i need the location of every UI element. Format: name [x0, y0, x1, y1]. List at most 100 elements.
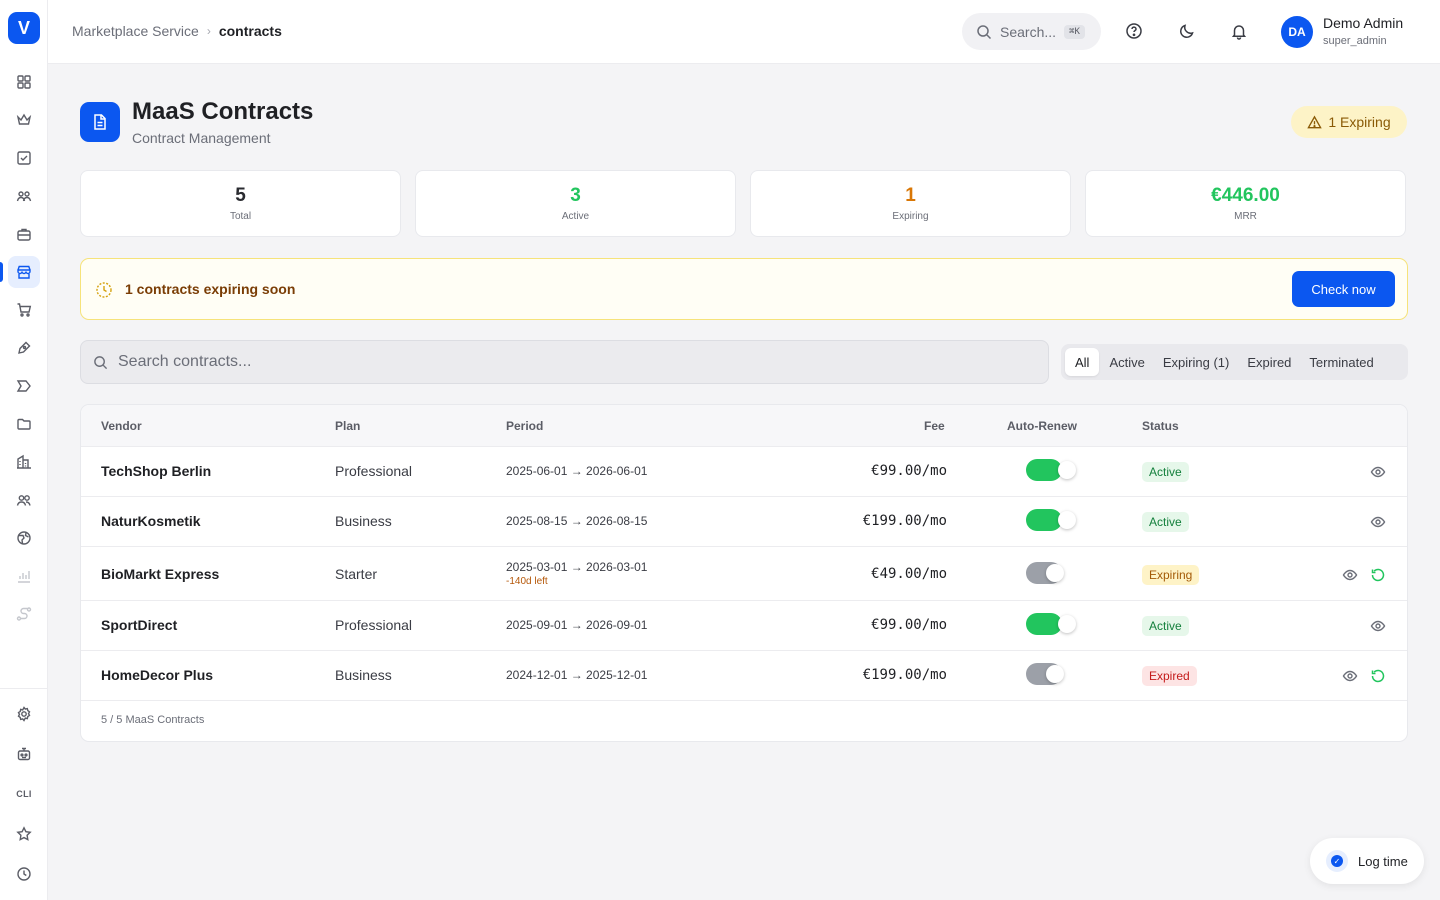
sidebar-item-organizations[interactable] — [8, 446, 40, 478]
contract-fee: €199.00/mo — [862, 513, 947, 529]
filter-tab-active[interactable]: Active — [1101, 348, 1152, 376]
eye-icon — [1370, 620, 1386, 632]
expiring-badge[interactable]: 1 Expiring — [1291, 106, 1407, 138]
column-header-vendor[interactable]: Vendor — [101, 419, 142, 433]
view-contract-button[interactable] — [1369, 513, 1387, 531]
stat-value: 3 — [570, 185, 581, 206]
help-button[interactable] — [1123, 20, 1145, 42]
theme-toggle-button[interactable] — [1176, 20, 1198, 42]
chevron-right-icon: › — [206, 24, 211, 38]
column-header-status[interactable]: Status — [1142, 419, 1179, 433]
contract-search-input[interactable] — [118, 353, 1018, 371]
contract-period-cell: 2025-03-01 → 2026-03-01 -140d left — [506, 560, 647, 587]
auto-renew-toggle[interactable] — [1026, 663, 1078, 685]
table-footer-count: 5 / 5 MaaS Contracts — [101, 714, 205, 726]
contract-fee: €99.00/mo — [871, 617, 947, 633]
sidebar-item-files[interactable] — [8, 408, 40, 440]
sidebar-item-orders[interactable] — [8, 294, 40, 326]
cart-icon — [17, 303, 32, 317]
sidebar-item-content[interactable] — [8, 332, 40, 364]
table-header: Vendor Plan Period Fee Auto-Renew Status — [81, 405, 1407, 447]
status-filter-tabs: All Active Expiring (1) Expired Terminat… — [1061, 344, 1408, 380]
sidebar-item-teams[interactable] — [8, 484, 40, 516]
log-time-button[interactable]: ✓ Log time — [1310, 838, 1424, 884]
auto-renew-toggle[interactable] — [1026, 509, 1078, 531]
sidebar-item-tasks[interactable] — [8, 142, 40, 174]
globe-icon — [17, 531, 31, 545]
sidebar-item-routes[interactable] — [8, 598, 40, 630]
active-nav-indicator — [0, 262, 3, 282]
filter-tab-expired[interactable]: Expired — [1239, 348, 1299, 376]
view-contract-button[interactable] — [1341, 667, 1359, 685]
sidebar-item-cli[interactable]: CLI — [8, 778, 40, 810]
sidebar-item-settings[interactable] — [8, 698, 40, 730]
page-subtitle: Contract Management — [132, 130, 271, 146]
column-header-period[interactable]: Period — [506, 419, 543, 433]
sidebar-item-web[interactable] — [8, 522, 40, 554]
user-name[interactable]: Demo Admin — [1323, 15, 1403, 31]
settings-icon — [17, 706, 31, 722]
check-now-button[interactable]: Check now — [1292, 271, 1395, 307]
auto-renew-toggle[interactable] — [1026, 562, 1078, 584]
sidebar-divider — [0, 688, 48, 689]
stat-value: 5 — [235, 185, 246, 206]
status-badge: Expired — [1142, 666, 1197, 686]
clock-icon — [17, 867, 31, 881]
view-contract-button[interactable] — [1369, 617, 1387, 635]
app-logo[interactable]: V — [8, 12, 40, 44]
user-avatar[interactable]: DA — [1281, 16, 1313, 48]
sidebar-item-favorites[interactable] — [8, 818, 40, 850]
status-badge: Active — [1142, 616, 1189, 636]
breadcrumb-parent[interactable]: Marketplace Service — [72, 23, 199, 39]
table-row[interactable]: SportDirect Professional 2025-09-01 → 20… — [81, 601, 1407, 651]
eye-icon — [1370, 516, 1386, 528]
users-icon — [16, 191, 32, 202]
column-header-plan[interactable]: Plan — [335, 419, 360, 433]
eye-icon — [1342, 670, 1358, 682]
sidebar-item-products[interactable] — [8, 218, 40, 250]
sidebar-item-marketplace[interactable] — [8, 256, 40, 288]
filter-tab-all[interactable]: All — [1065, 348, 1100, 376]
filter-tab-terminated[interactable]: Terminated — [1301, 348, 1381, 376]
pen-icon — [18, 341, 31, 354]
moon-icon — [1180, 24, 1194, 38]
stat-card-total: 5 Total — [80, 170, 401, 237]
sidebar-item-dashboard[interactable] — [8, 66, 40, 98]
global-search-button[interactable]: Search... ⌘K — [962, 13, 1101, 50]
auto-renew-toggle[interactable] — [1026, 613, 1078, 635]
plan-name: Professional — [335, 463, 413, 479]
renew-contract-button[interactable] — [1369, 667, 1387, 685]
sidebar-item-campaigns[interactable] — [8, 370, 40, 402]
contract-period: 2025-09-01 → 2026-09-01 — [506, 618, 648, 632]
column-header-fee[interactable]: Fee — [924, 419, 945, 433]
table-row[interactable]: TechShop Berlin Professional 2025-06-01 … — [81, 447, 1407, 497]
star-icon — [16, 826, 32, 841]
contract-period: 2025-08-15 → 2026-08-15 — [506, 514, 648, 528]
table-row[interactable]: BioMarkt Express Starter 2025-03-01 → 20… — [81, 547, 1407, 601]
filter-tab-expiring[interactable]: Expiring (1) — [1155, 348, 1237, 376]
auto-renew-toggle[interactable] — [1026, 459, 1078, 481]
plan-name: Business — [335, 513, 392, 529]
dashboard-icon — [17, 75, 31, 89]
column-header-auto-renew[interactable]: Auto-Renew — [1007, 419, 1077, 433]
cli-label: CLI — [16, 789, 32, 799]
table-row[interactable]: NaturKosmetik Business 2025-08-15 → 2026… — [81, 497, 1407, 547]
table-row[interactable]: HomeDecor Plus Business 2024-12-01 → 202… — [81, 651, 1407, 701]
user-role: super_admin — [1323, 35, 1387, 47]
view-contract-button[interactable] — [1341, 566, 1359, 584]
document-icon — [94, 114, 106, 130]
sidebar-item-history[interactable] — [8, 858, 40, 890]
plan-name: Professional — [335, 617, 413, 633]
chart-icon — [18, 571, 30, 583]
notifications-button[interactable] — [1228, 20, 1250, 42]
sidebar-item-analytics[interactable] — [8, 560, 40, 592]
view-contract-button[interactable] — [1369, 463, 1387, 481]
contract-period: 2025-03-01 → 2026-03-01 — [506, 560, 648, 574]
stat-card-active: 3 Active — [415, 170, 736, 237]
sidebar-item-premium[interactable] — [8, 104, 40, 136]
sidebar-item-bots[interactable] — [8, 738, 40, 770]
renew-contract-button[interactable] — [1369, 566, 1387, 584]
topbar: Marketplace Service › contracts Search..… — [48, 0, 1440, 64]
sidebar-item-users[interactable] — [8, 180, 40, 212]
days-left: -140d left — [506, 576, 548, 587]
